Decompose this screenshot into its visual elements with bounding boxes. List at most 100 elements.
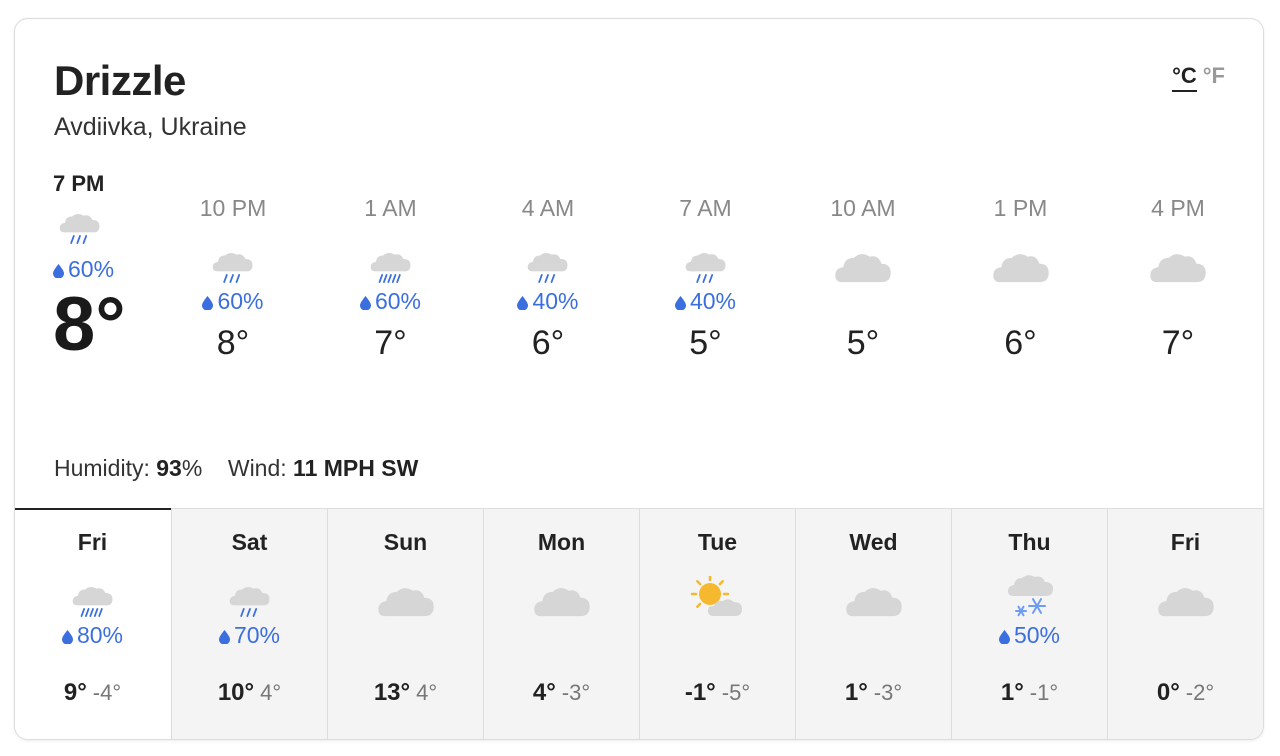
cloud-icon bbox=[951, 232, 1091, 286]
day-precip-value: 50% bbox=[1013, 622, 1061, 648]
hourly-temperature: 7° bbox=[1161, 324, 1195, 362]
wind-value: 11 MPH SW bbox=[293, 455, 419, 481]
day-tab-tue[interactable]: Tue -1° -5° bbox=[639, 509, 795, 739]
hourly-precip bbox=[793, 286, 933, 316]
day-tab-fri[interactable]: Fri 0° -2° bbox=[1107, 509, 1263, 739]
day-precip bbox=[1108, 620, 1263, 650]
day-temperatures: -1° -5° bbox=[640, 679, 795, 707]
cloud-icon bbox=[1108, 564, 1263, 620]
hourly-precip-value: 60% bbox=[217, 288, 264, 314]
raindrop-icon bbox=[998, 630, 1010, 644]
day-low: -1° bbox=[1029, 680, 1059, 705]
day-name: Fri bbox=[1170, 529, 1201, 555]
unit-toggle: °C °F bbox=[1172, 63, 1225, 92]
wind-label: Wind: bbox=[227, 455, 287, 481]
hourly-time: 10 PM bbox=[199, 195, 267, 221]
hourly-temperature: 5° bbox=[689, 324, 722, 362]
day-temperatures: 4° -3° bbox=[484, 679, 639, 707]
hourly-item: 7 AM 40% 5° bbox=[636, 195, 776, 363]
day-precip-value: 80% bbox=[76, 622, 124, 648]
cloud-icon bbox=[796, 564, 951, 620]
hourly-item: 1 PM 6° bbox=[951, 195, 1091, 363]
day-precip: 80% bbox=[15, 620, 170, 650]
day-high: 13° bbox=[373, 679, 411, 706]
hourly-time: 1 AM bbox=[364, 195, 417, 221]
day-high: 4° bbox=[532, 679, 556, 706]
day-high: 0° bbox=[1156, 679, 1180, 706]
day-high: 1° bbox=[844, 679, 868, 706]
day-high: -1° bbox=[684, 679, 716, 706]
sun-cloud-icon bbox=[640, 564, 795, 620]
hourly-forecast: 10 PM 60% 8° 1 AM 60% 7° 4 AM 40% 6° 7 AM 40% 5° 10 … bbox=[163, 195, 1263, 395]
day-low: 4° bbox=[260, 680, 282, 705]
weather-card: Drizzle Avdiivka, Ukraine °C °F 7 PM 60% … bbox=[14, 18, 1264, 740]
day-tab-thu[interactable]: Thu 50% 1° -1° bbox=[951, 509, 1107, 739]
hourly-temperature: 7° bbox=[374, 324, 407, 362]
raindrop-icon bbox=[359, 296, 371, 310]
humidity-value: 93 bbox=[156, 455, 182, 481]
day-low: -3° bbox=[561, 680, 591, 705]
hourly-time: 10 AM bbox=[830, 195, 896, 221]
drizzle-icon bbox=[163, 232, 303, 286]
day-precip bbox=[484, 620, 639, 650]
hourly-temperature: 5° bbox=[846, 324, 880, 362]
day-name: Sun bbox=[383, 529, 428, 555]
rain-icon bbox=[321, 232, 461, 286]
day-tab-fri[interactable]: Fri 80% 9° -4° bbox=[15, 508, 171, 739]
day-low: -4° bbox=[92, 680, 122, 705]
hourly-item: 4 AM 40% 6° bbox=[478, 195, 618, 363]
drizzle-icon bbox=[172, 564, 327, 620]
day-tab-mon[interactable]: Mon 4° -3° bbox=[483, 509, 639, 739]
hourly-precip-value: 60% bbox=[374, 288, 422, 314]
day-name: Tue bbox=[697, 529, 738, 555]
day-name: Fri bbox=[77, 529, 108, 555]
celsius-toggle[interactable]: °C bbox=[1172, 63, 1197, 92]
cloud-icon bbox=[1108, 232, 1248, 286]
current-precip: 60% bbox=[53, 256, 163, 283]
day-name: Wed bbox=[849, 529, 898, 555]
raindrop-icon bbox=[218, 630, 230, 644]
fahrenheit-toggle[interactable]: °F bbox=[1203, 63, 1225, 88]
day-high: 9° bbox=[63, 679, 87, 706]
day-precip-value: 70% bbox=[233, 622, 281, 648]
raindrop-icon bbox=[61, 630, 73, 644]
hourly-temperature: 6° bbox=[531, 324, 565, 362]
cloud-icon bbox=[484, 564, 639, 620]
day-low: -2° bbox=[1185, 680, 1215, 705]
day-name: Mon bbox=[537, 529, 586, 555]
hourly-item: 1 AM 60% 7° bbox=[321, 195, 461, 363]
cloud-icon bbox=[328, 564, 483, 620]
day-tab-sat[interactable]: Sat 70% 10° 4° bbox=[171, 509, 327, 739]
location-label: Avdiivka, Ukraine bbox=[54, 113, 247, 141]
day-name: Sat bbox=[231, 529, 268, 555]
day-tab-sun[interactable]: Sun 13° 4° bbox=[327, 509, 483, 739]
rain-icon bbox=[15, 564, 170, 620]
day-low: -5° bbox=[721, 680, 751, 705]
day-tab-wed[interactable]: Wed 1° -3° bbox=[795, 509, 951, 739]
day-low: -3° bbox=[873, 680, 903, 705]
day-precip bbox=[640, 620, 795, 650]
day-temperatures: 1° -1° bbox=[952, 679, 1107, 707]
day-precip: 50% bbox=[952, 620, 1107, 650]
hourly-temperature: 6° bbox=[1004, 324, 1037, 362]
raindrop-icon bbox=[202, 296, 214, 310]
raindrop-icon bbox=[517, 296, 529, 310]
drizzle-icon bbox=[636, 232, 776, 286]
current-temperature: 8° bbox=[53, 282, 126, 367]
hourly-time: 1 PM bbox=[993, 195, 1048, 221]
hourly-precip: 60% bbox=[163, 286, 303, 316]
day-low: 4° bbox=[416, 680, 438, 705]
day-temperatures: 10° 4° bbox=[172, 679, 327, 707]
hourly-precip bbox=[1108, 286, 1248, 316]
drizzle-icon bbox=[478, 232, 618, 286]
weather-details: Humidity: 93% Wind: 11 MPH SW bbox=[54, 455, 418, 482]
hourly-time: 4 AM bbox=[521, 195, 575, 221]
cloud-icon bbox=[793, 232, 933, 286]
day-name: Thu bbox=[1008, 529, 1051, 555]
day-precip: 70% bbox=[172, 620, 327, 650]
hourly-temperature: 8° bbox=[216, 324, 250, 362]
day-precip bbox=[796, 620, 951, 650]
hourly-precip bbox=[951, 286, 1091, 316]
day-high: 1° bbox=[1000, 679, 1024, 706]
current-precip-value: 60% bbox=[68, 256, 115, 282]
